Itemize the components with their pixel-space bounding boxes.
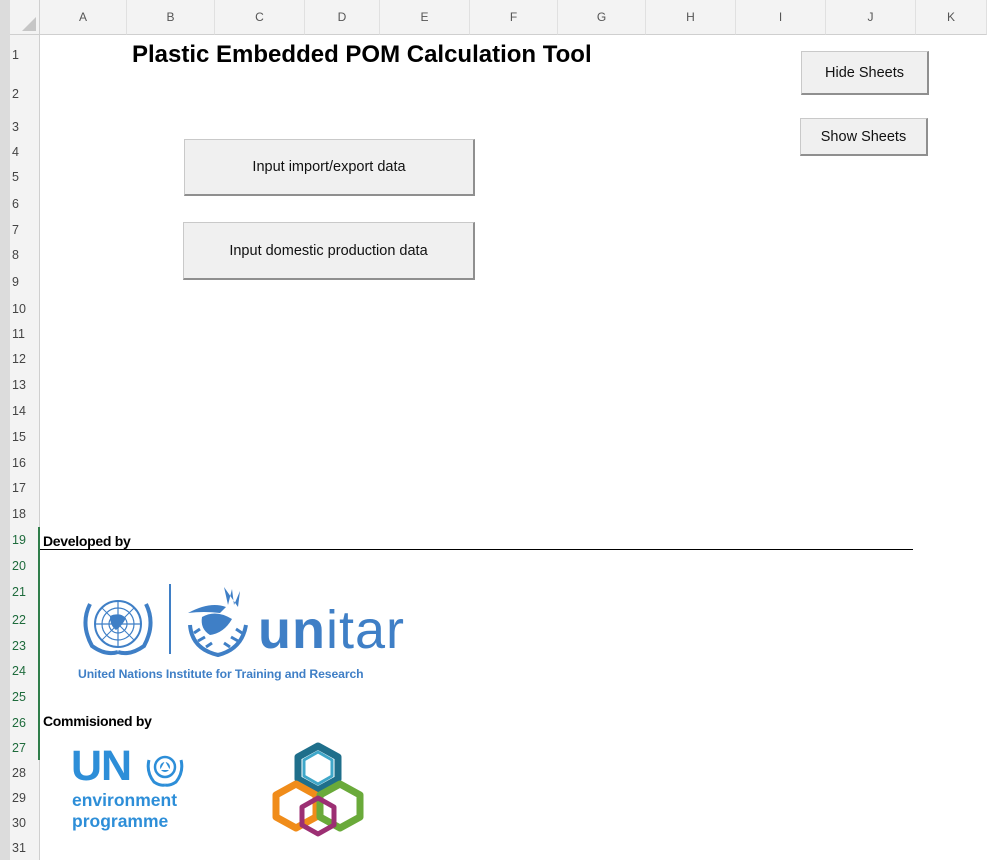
row-header-17[interactable]: 17: [10, 476, 40, 500]
un-emblem-icon: [83, 600, 153, 656]
row-header-26[interactable]: 26: [10, 710, 40, 736]
row-header-12[interactable]: 12: [10, 346, 40, 372]
column-header-a[interactable]: A: [40, 0, 127, 35]
row-header-14[interactable]: 14: [10, 398, 40, 424]
chemicals-hexagon-logo-icon: [272, 742, 364, 837]
column-header-e[interactable]: E: [380, 0, 470, 35]
row-header-4[interactable]: 4: [10, 140, 40, 163]
row-header-13[interactable]: 13: [10, 372, 40, 398]
row-header-27[interactable]: 27: [10, 736, 40, 760]
row-header-2[interactable]: 2: [10, 75, 40, 113]
developed-by-label: Developed by: [43, 533, 131, 549]
row-header-24[interactable]: 24: [10, 658, 40, 684]
column-header-c[interactable]: C: [215, 0, 305, 35]
column-header-h[interactable]: H: [646, 0, 736, 35]
unitar-wordmark: unitar: [258, 600, 405, 660]
window-edge: [0, 0, 10, 860]
commissioned-by-label: Commisioned by: [43, 713, 152, 729]
input-import-export-button[interactable]: Input import/export data: [184, 139, 475, 196]
column-header-i[interactable]: I: [736, 0, 826, 35]
unep-emblem-icon: [146, 755, 184, 787]
unep-programme-text: programme: [72, 811, 169, 831]
unitar-subtitle: United Nations Institute for Training an…: [78, 667, 364, 681]
hide-sheets-button[interactable]: Hide Sheets: [801, 51, 929, 95]
row-header-11[interactable]: 11: [10, 321, 40, 346]
column-header-b[interactable]: B: [127, 0, 215, 35]
row-header-29[interactable]: 29: [10, 786, 40, 810]
input-domestic-production-button[interactable]: Input domestic production data: [183, 222, 475, 280]
row-header-16[interactable]: 16: [10, 450, 40, 476]
column-header-j[interactable]: J: [826, 0, 916, 35]
row-header-6[interactable]: 6: [10, 190, 40, 218]
logo-divider: [169, 584, 171, 654]
row-header-21[interactable]: 21: [10, 578, 40, 606]
row-header-3[interactable]: 3: [10, 113, 40, 140]
row-header-20[interactable]: 20: [10, 553, 40, 578]
unep-environment-text: environment: [72, 790, 178, 810]
row-header-30[interactable]: 30: [10, 810, 40, 836]
column-header-f[interactable]: F: [470, 0, 558, 35]
unitar-emblem-icon: [188, 587, 248, 658]
row-header-8[interactable]: 8: [10, 241, 40, 268]
row-header-15[interactable]: 15: [10, 424, 40, 450]
row-header-1[interactable]: 1: [10, 35, 40, 75]
row-header-22[interactable]: 22: [10, 606, 40, 633]
column-header-d[interactable]: D: [305, 0, 380, 35]
unep-un-text: UN: [71, 742, 132, 790]
column-header-k[interactable]: K: [916, 0, 987, 35]
section-divider: [40, 549, 913, 550]
row-header-7[interactable]: 7: [10, 218, 40, 241]
row-header-25[interactable]: 25: [10, 684, 40, 710]
row-header-31[interactable]: 31: [10, 836, 40, 860]
column-header-g[interactable]: G: [558, 0, 646, 35]
row-header-10[interactable]: 10: [10, 296, 40, 321]
row-header-23[interactable]: 23: [10, 633, 40, 658]
show-sheets-button[interactable]: Show Sheets: [800, 118, 928, 156]
row-header-18[interactable]: 18: [10, 500, 40, 527]
row-header-9[interactable]: 9: [10, 268, 40, 296]
row-header-19[interactable]: 19: [10, 527, 40, 553]
row-header-28[interactable]: 28: [10, 760, 40, 786]
row-header-5[interactable]: 5: [10, 163, 40, 190]
page-title: Plastic Embedded POM Calculation Tool: [132, 41, 592, 68]
select-all-corner[interactable]: [10, 0, 40, 35]
